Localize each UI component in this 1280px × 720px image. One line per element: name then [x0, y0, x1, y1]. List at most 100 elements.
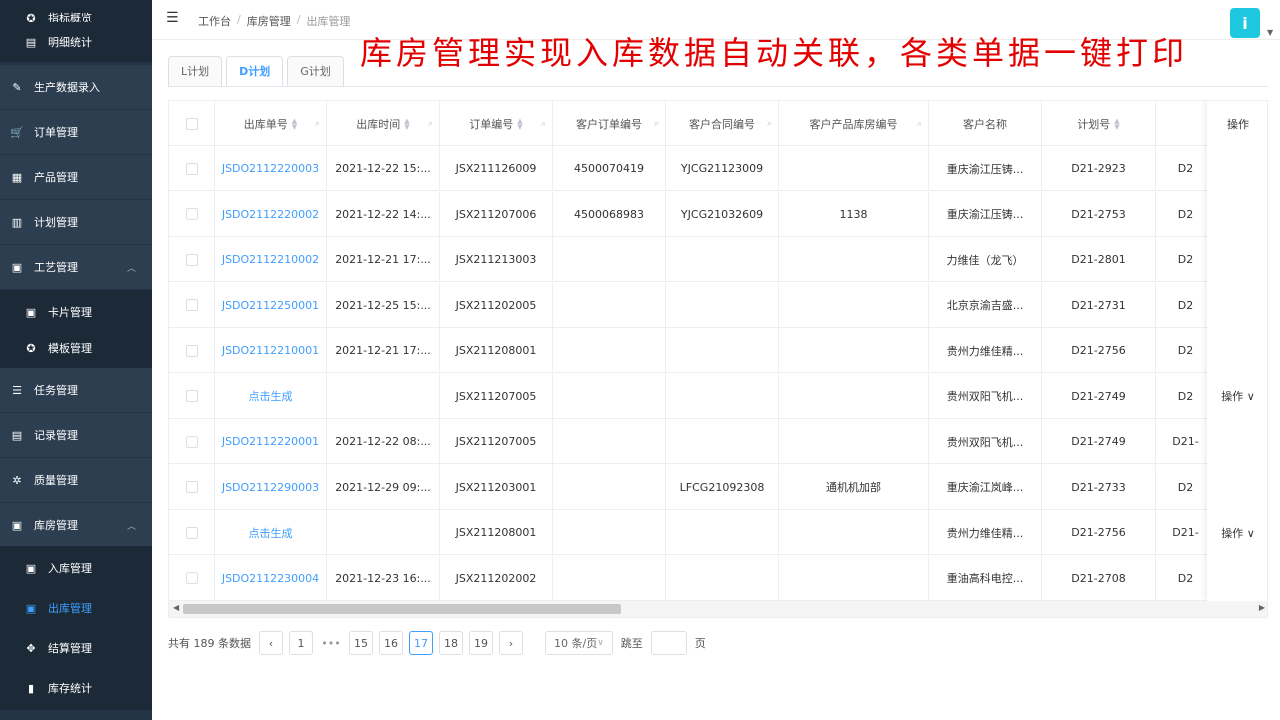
search-icon[interactable]: ⌕ — [917, 119, 922, 129]
cell-id[interactable]: 点击生成 — [215, 510, 327, 555]
chevron-up-icon: ︿ — [126, 521, 136, 532]
page-button[interactable]: 1 — [289, 631, 313, 655]
operation-dropdown — [1207, 146, 1267, 191]
sidebar-item-label: 卡片管理 — [48, 306, 92, 319]
column-header[interactable]: 出库时间 ▲ ▼ ⌕ — [327, 101, 440, 146]
document-icon: ▣ — [11, 518, 23, 532]
quality-icon: ✲ — [12, 473, 22, 487]
cell-id[interactable]: JSDO2112220003 — [215, 146, 327, 191]
operation-dropdown[interactable]: 操作 ∨ — [1207, 510, 1267, 555]
column-header[interactable]: 出库单号 ▲ ▼ ⌕ — [215, 101, 327, 146]
sort-icon[interactable]: ▲ ▼ — [517, 117, 522, 130]
avatar[interactable]: i — [1230, 8, 1260, 38]
sidebar-item[interactable]: ✪ 模板管理 — [0, 326, 152, 370]
cell-stock_no: 1138 — [779, 191, 929, 237]
caret-down-icon[interactable]: ▼ — [1267, 28, 1273, 37]
row-checkbox[interactable] — [185, 344, 198, 357]
cell-contract — [666, 237, 779, 282]
breadcrumb-separator: / — [296, 13, 301, 26]
column-header[interactable]: 客户名称 — [929, 101, 1042, 146]
menu-toggle-icon[interactable]: ☰ — [166, 10, 179, 26]
operation-dropdown — [1207, 237, 1267, 282]
operation-dropdown[interactable]: 操作 ∨ — [1207, 374, 1267, 419]
column-header-label: 客户名称 — [963, 117, 1007, 131]
page-button[interactable]: 16 — [379, 631, 403, 655]
cell-id[interactable]: JSDO2112250001 — [215, 282, 327, 328]
row-checkbox[interactable] — [185, 572, 198, 584]
grid-icon: ▦ — [11, 170, 23, 184]
cell-stock_no — [779, 237, 929, 282]
page-button[interactable]: 19 — [469, 631, 493, 655]
breadcrumb-item[interactable]: 库房管理 — [247, 13, 291, 29]
cell-id[interactable]: 点击生成 — [215, 373, 327, 419]
cell-id[interactable]: JSDO2112290003 — [215, 464, 327, 510]
chevron-down-icon: ∨ — [597, 638, 604, 648]
page-button[interactable]: 15 — [349, 631, 373, 655]
column-header[interactable]: 客户订单编号 ⌕ — [553, 101, 666, 146]
row-checkbox[interactable] — [185, 526, 198, 539]
page-button[interactable]: 17 — [409, 631, 433, 655]
cell-id[interactable]: JSDO2112230004 — [215, 555, 327, 601]
sidebar-item[interactable]: ☰ 任务管理 — [0, 368, 152, 412]
sort-icon[interactable]: ▲ ▼ — [292, 117, 297, 130]
jump-page-input[interactable] — [650, 631, 687, 655]
select-all-checkbox[interactable] — [185, 117, 198, 130]
sidebar-item[interactable]: ✲ 质量管理 — [0, 458, 152, 502]
sidebar-item[interactable]: ▣ 出库管理 — [0, 586, 152, 630]
search-icon[interactable]: ⌕ — [654, 119, 659, 129]
scroll-left-icon[interactable]: ◀ — [173, 603, 179, 612]
sidebar-item[interactable]: ▥ 计划管理 — [0, 200, 152, 244]
cell-order: JSX211207005 — [440, 373, 553, 419]
plan-tabs: L计划 D计划 G计划 — [168, 56, 344, 86]
tab-G计划[interactable]: G计划 — [287, 56, 344, 86]
cell-id[interactable]: JSDO2112220001 — [215, 419, 327, 464]
row-checkbox[interactable] — [185, 162, 198, 175]
sidebar-item[interactable]: ▮ 库存统计 — [0, 666, 152, 710]
next-page-icon[interactable]: › — [499, 631, 523, 655]
row-checkbox[interactable] — [185, 208, 198, 220]
ellipsis-icon[interactable]: ••• — [319, 637, 343, 650]
cell-id[interactable]: JSDO2112210002 — [215, 237, 327, 282]
sidebar-item-label: 结算管理 — [48, 642, 92, 655]
page-unit-label: 页 — [694, 637, 706, 650]
sidebar-item[interactable]: ▣ 工艺管理 ︿ — [0, 245, 152, 289]
sort-icon[interactable]: ▲ ▼ — [1114, 117, 1119, 130]
cell-id[interactable]: JSDO2112220002 — [215, 191, 327, 237]
sidebar-item[interactable]: ▦ 产品管理 — [0, 155, 152, 199]
table-row: JSDO2112210002 2021-12-21 17:... JSX211213… — [169, 237, 1267, 282]
tab-D计划[interactable]: D计划 — [226, 56, 284, 86]
sidebar-item[interactable]: ✎ 生产数据录入 — [0, 65, 152, 109]
search-icon[interactable]: ⌕ — [767, 119, 772, 129]
cell-customer: 力维佳（龙飞） — [929, 237, 1042, 282]
prev-page-icon[interactable]: ‹ — [259, 631, 283, 655]
row-checkbox[interactable] — [185, 435, 198, 448]
sidebar-item[interactable]: ▣ 入库管理 — [0, 546, 152, 590]
search-icon[interactable]: ⌕ — [315, 119, 320, 129]
horizontal-scrollbar[interactable]: ◀ ▶ — [169, 601, 1267, 617]
scroll-thumb[interactable] — [183, 604, 621, 614]
sidebar-item[interactable]: ✥ 结算管理 — [0, 626, 152, 670]
column-header[interactable]: 客户产品库房编号 ⌕ — [779, 101, 929, 146]
scroll-right-icon[interactable]: ▶ — [1259, 603, 1265, 612]
column-header[interactable]: 订单编号 ▲ ▼ ⌕ — [440, 101, 553, 146]
sidebar-item[interactable]: ▣ 库房管理 ︿ — [0, 503, 152, 547]
search-icon[interactable]: ⌕ — [541, 119, 546, 129]
row-checkbox-cell — [169, 419, 215, 464]
breadcrumb-item[interactable]: 工作台 — [198, 13, 231, 29]
tab-L计划[interactable]: L计划 — [168, 56, 223, 86]
sidebar-item[interactable]: 🛒 订单管理 — [0, 110, 152, 154]
cell-id[interactable]: JSDO2112210001 — [215, 328, 327, 373]
column-header[interactable]: 客户合同编号 ⌕ — [666, 101, 779, 146]
column-header[interactable]: 计划号 ▲ ▼ — [1042, 101, 1156, 146]
sort-icon[interactable]: ▲ ▼ — [404, 117, 409, 130]
cell-contract: YJCG21032609 — [666, 191, 779, 237]
row-checkbox[interactable] — [185, 481, 198, 493]
row-checkbox[interactable] — [185, 299, 198, 311]
page-button[interactable]: 18 — [439, 631, 463, 655]
sidebar-item[interactable]: ▤ 明细统计 — [0, 22, 152, 62]
search-icon[interactable]: ⌕ — [428, 119, 433, 129]
page-size-select[interactable]: 10 条/页 ∨ — [545, 631, 613, 655]
row-checkbox[interactable] — [185, 253, 198, 266]
row-checkbox[interactable] — [185, 390, 198, 402]
sidebar-item[interactable]: ▤ 记录管理 — [0, 413, 152, 457]
